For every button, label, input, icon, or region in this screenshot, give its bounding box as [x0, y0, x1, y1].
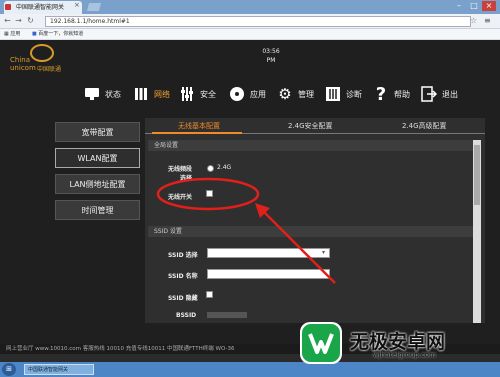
watermark-logo-icon [300, 322, 342, 364]
annotation-arrow-line [261, 209, 336, 284]
watermark-url: wjhotelgroup.com [373, 351, 436, 359]
start-icon[interactable]: ⊞ [2, 363, 16, 376]
taskbar-item-browser[interactable]: 中国联通智能网关 [24, 364, 94, 375]
annotation-overlay [156, 177, 336, 284]
watermark-text: 无极安卓网 [350, 331, 446, 353]
highlight-ellipse [156, 177, 260, 211]
